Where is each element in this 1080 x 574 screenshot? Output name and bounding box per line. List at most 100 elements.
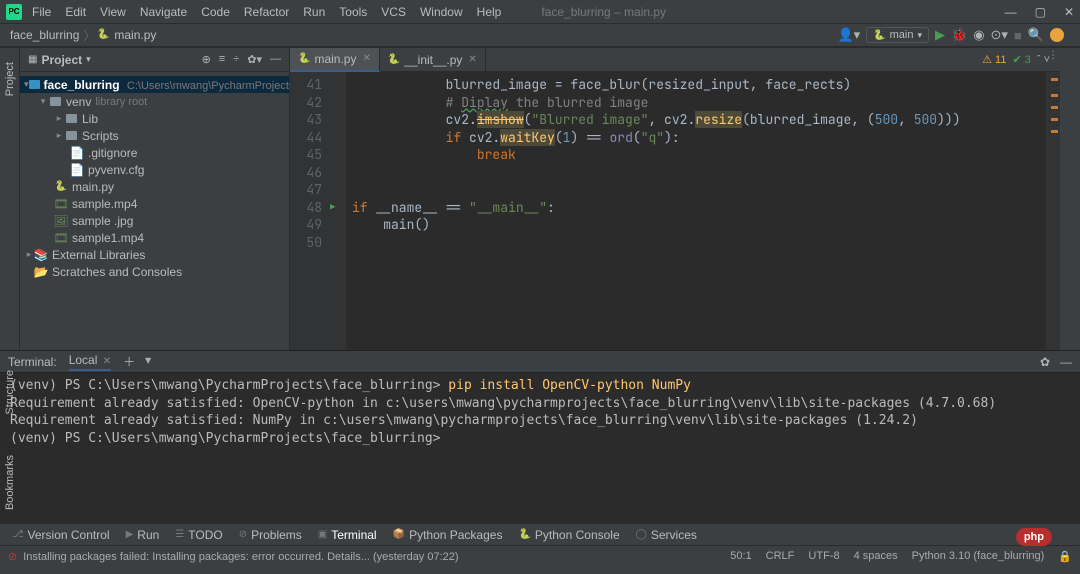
tree-root[interactable]: ▾ face_blurring C:\Users\mwang\PycharmPr… [20, 76, 289, 93]
tree-scratches[interactable]: 📂Scratches and Consoles [20, 263, 289, 280]
tabs-more-icon[interactable]: ⋮ [1048, 50, 1058, 61]
tab-init-py[interactable]: 🐍__init__.py✕ [380, 48, 486, 72]
project-tool-button[interactable]: Project [4, 62, 16, 96]
tree-scripts[interactable]: ▸Scripts [20, 127, 289, 144]
minimize-icon[interactable]: — [1005, 5, 1017, 19]
structure-tool-button[interactable]: Structure [4, 370, 16, 415]
tree-main-py[interactable]: 🐍main.py [20, 178, 289, 195]
tab-main-py[interactable]: 🐍main.py✕ [290, 48, 380, 72]
tool-todo[interactable]: ☰TODO [169, 528, 228, 542]
python-file-icon: 🐍 [388, 54, 400, 65]
breadcrumb-root[interactable]: face_blurring [8, 28, 81, 42]
project-panel: ▦ Project ▾ ⊕ ≡ ÷ ✿▾ — ▾ face_blurring C… [20, 48, 290, 350]
run-configuration-selector[interactable]: 🐍 main ▾ [866, 27, 929, 43]
collapse-arrow-icon[interactable]: ▸ [24, 249, 34, 260]
tree-external-libs[interactable]: ▸📚External Libraries [20, 246, 289, 263]
project-view-mode-icon[interactable]: ▦ [28, 54, 37, 65]
close-terminal-tab-icon[interactable]: ✕ [103, 356, 111, 367]
tree-sample-mp4[interactable]: 🎞sample.mp4 [20, 195, 289, 212]
caret-position[interactable]: 50:1 [730, 550, 751, 563]
editor-tabs: 🐍main.py✕ 🐍__init__.py✕ ⚠ 11 ✔ 3 ˆ ˅ ⋮ [290, 48, 1060, 72]
close-tab-icon[interactable]: ✕ [362, 53, 370, 64]
tool-problems[interactable]: ⊘Problems [233, 528, 308, 542]
terminal-tab-local[interactable]: Local ✕ [69, 353, 111, 371]
search-everywhere-icon[interactable]: 🔍 [1028, 27, 1044, 43]
run-icon[interactable]: ▶ [935, 27, 945, 43]
menu-run[interactable]: Run [303, 5, 325, 19]
tool-version-control[interactable]: ⎇Version Control [6, 528, 116, 542]
gutter-icons: ▶ [330, 72, 346, 350]
expand-arrow-icon[interactable]: ▾ [38, 96, 48, 107]
tree-lib[interactable]: ▸Lib [20, 110, 289, 127]
play-icon: ▶ [126, 529, 134, 540]
problems-icon: ⊘ [239, 529, 247, 540]
menu-navigate[interactable]: Navigate [140, 5, 187, 19]
terminal-panel: Terminal: Local ✕ ＋ ▾ ✿ — (venv) PS C:\U… [0, 350, 1080, 523]
menu-bar: File Edit View Navigate Code Refactor Ru… [32, 5, 501, 19]
indent-info[interactable]: 4 spaces [854, 550, 898, 563]
new-terminal-icon[interactable]: ＋ [123, 353, 135, 370]
tool-services[interactable]: ◯Services [630, 528, 703, 542]
tool-terminal[interactable]: ▣Terminal [312, 528, 383, 542]
file-encoding[interactable]: UTF-8 [808, 550, 839, 563]
tool-python-packages[interactable]: 📦Python Packages [387, 528, 509, 542]
line-separator[interactable]: CRLF [766, 550, 795, 563]
code-content[interactable]: blurred_image = face_blur(resized_input,… [346, 72, 1046, 350]
services-icon: ◯ [636, 529, 647, 540]
avatar-icon[interactable] [1050, 28, 1064, 42]
branch-icon: ⎇ [12, 529, 24, 540]
status-message[interactable]: ⊘ Installing packages failed: Installing… [8, 550, 459, 563]
menu-file[interactable]: File [32, 5, 51, 19]
navigation-bar: face_blurring 〉 🐍 main.py 👤▾ 🐍 main ▾ ▶ … [0, 24, 1080, 48]
file-icon: 📄 [70, 146, 84, 160]
collapse-arrow-icon[interactable]: ▸ [54, 130, 64, 141]
close-tab-icon[interactable]: ✕ [468, 54, 476, 65]
tree-gitignore[interactable]: 📄.gitignore [20, 144, 289, 161]
close-icon[interactable]: ✕ [1064, 5, 1074, 19]
tree-venv[interactable]: ▾ venv library root [20, 93, 289, 110]
warning-badge[interactable]: ⚠ 11 [982, 53, 1006, 66]
settings-icon[interactable]: ✿▾ [247, 53, 262, 66]
tool-python-console[interactable]: 🐍Python Console [512, 528, 625, 542]
code-editor[interactable]: 41424344454647484950 ▶ blurred_image = f… [290, 72, 1060, 350]
terminal-content[interactable]: (venv) PS C:\Users\mwang\PycharmProjects… [0, 373, 1080, 523]
tree-sample-jpg[interactable]: 🖼sample .jpg [20, 212, 289, 229]
lock-icon[interactable]: 🔒 [1058, 550, 1072, 563]
menu-help[interactable]: Help [477, 5, 502, 19]
coverage-icon[interactable]: ◉ [973, 27, 984, 43]
chevron-down-icon: ▾ [917, 30, 922, 41]
project-panel-title[interactable]: Project [41, 53, 82, 67]
tree-sample1-mp4[interactable]: 🎞sample1.mp4 [20, 229, 289, 246]
interpreter-info[interactable]: Python 3.10 (face_blurring) [912, 550, 1045, 563]
hide-terminal-icon[interactable]: — [1060, 355, 1072, 369]
profile-icon[interactable]: ⊙▾ [991, 27, 1008, 43]
terminal-options-icon[interactable]: ▾ [145, 353, 151, 370]
maximize-icon[interactable]: ▢ [1035, 5, 1046, 19]
expand-all-icon[interactable]: ≡ [219, 53, 225, 66]
stop-icon[interactable]: ■ [1014, 28, 1022, 43]
select-opened-file-icon[interactable]: ⊕ [202, 53, 211, 66]
chevron-down-icon[interactable]: ▾ [86, 54, 91, 65]
collapse-arrow-icon[interactable]: ▸ [54, 113, 64, 124]
tree-pyvenv[interactable]: 📄pyvenv.cfg [20, 161, 289, 178]
run-config-name: main [890, 29, 914, 41]
hide-panel-icon[interactable]: — [270, 53, 281, 66]
menu-edit[interactable]: Edit [65, 5, 86, 19]
breadcrumb-file[interactable]: main.py [112, 28, 158, 42]
menu-tools[interactable]: Tools [339, 5, 367, 19]
menu-window[interactable]: Window [420, 5, 463, 19]
terminal-settings-icon[interactable]: ✿ [1040, 355, 1050, 369]
user-icon[interactable]: 👤▾ [837, 27, 860, 43]
weak-warning-badge[interactable]: ✔ 3 [1012, 53, 1030, 66]
error-stripe[interactable] [1046, 72, 1060, 350]
menu-view[interactable]: View [100, 5, 126, 19]
bookmarks-tool-button[interactable]: Bookmarks [4, 455, 16, 510]
run-gutter-icon[interactable]: ▶ [330, 199, 346, 217]
menu-refactor[interactable]: Refactor [244, 5, 289, 19]
window-title: face_blurring – main.py [541, 5, 666, 19]
menu-code[interactable]: Code [201, 5, 230, 19]
collapse-all-icon[interactable]: ÷ [233, 53, 239, 66]
debug-icon[interactable]: 🐞 [951, 27, 967, 43]
tool-run[interactable]: ▶Run [120, 528, 166, 542]
menu-vcs[interactable]: VCS [381, 5, 406, 19]
